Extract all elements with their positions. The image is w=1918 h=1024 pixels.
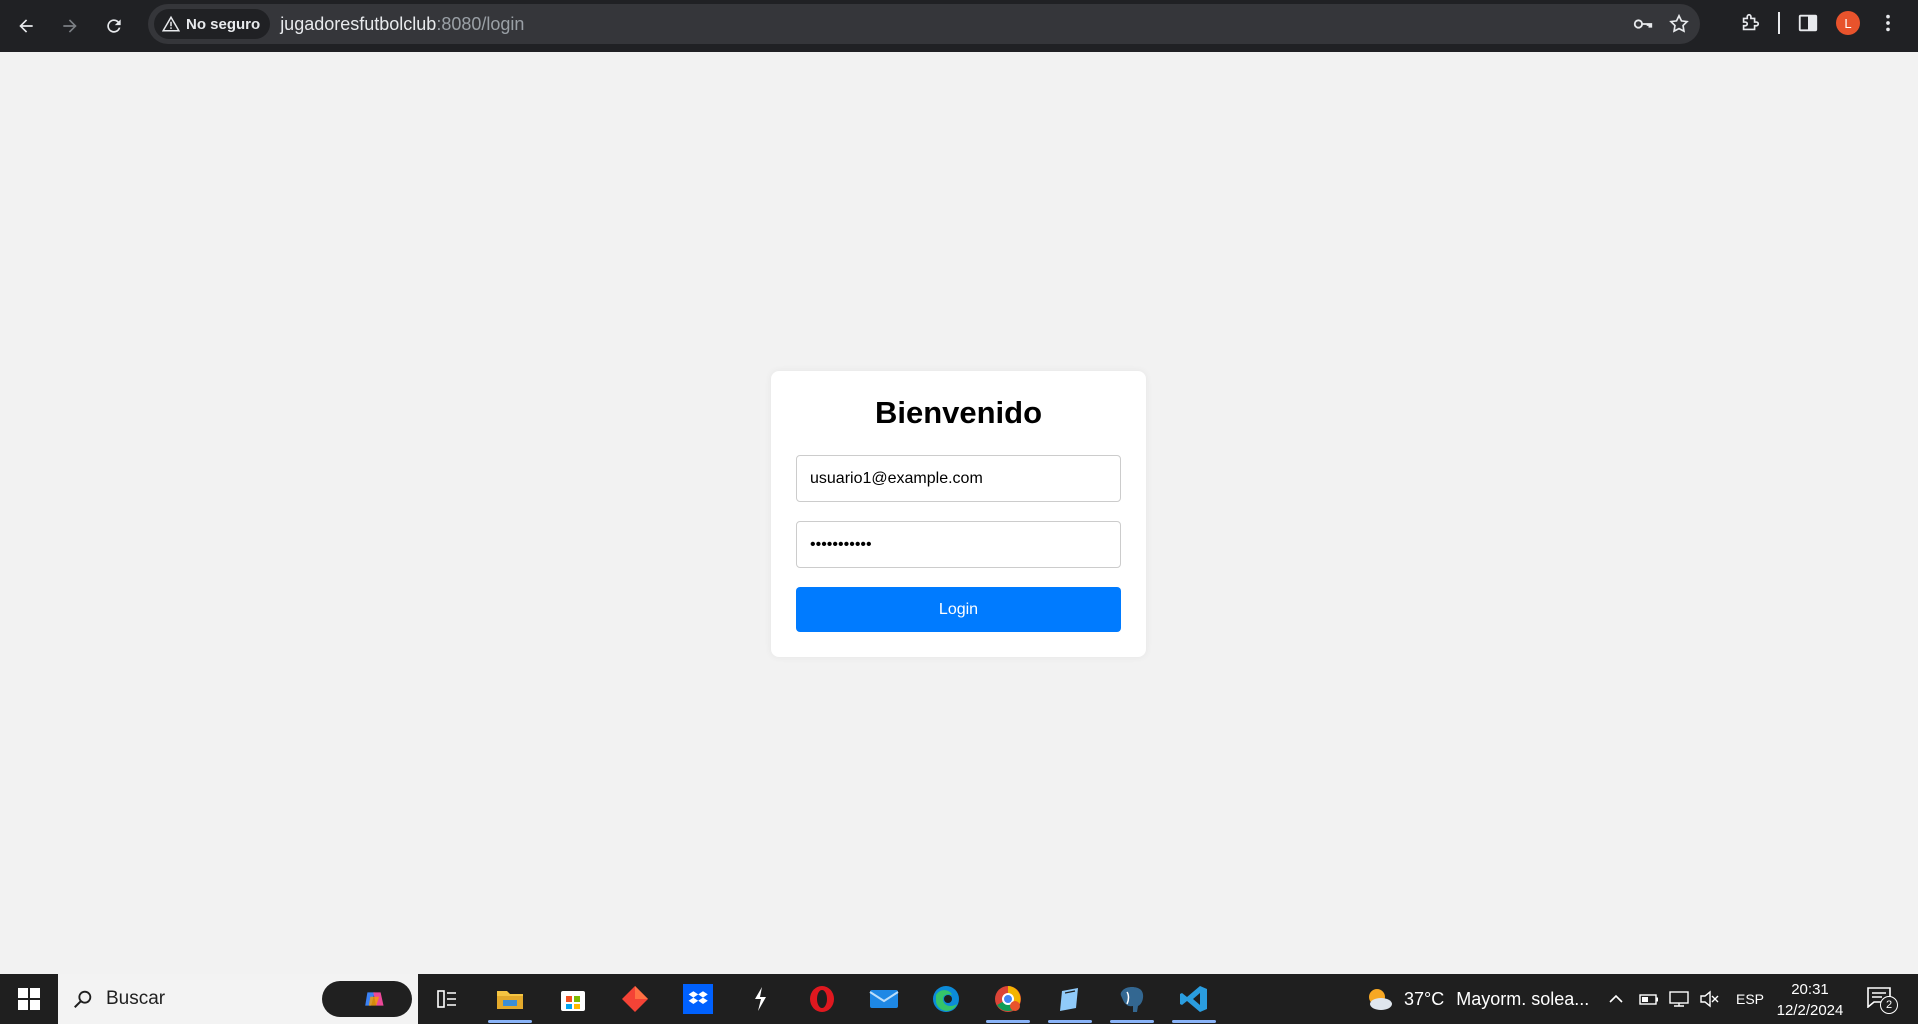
- language-indicator[interactable]: ESP: [1736, 991, 1764, 1007]
- active-indicator: [488, 1020, 532, 1023]
- bolt-app-icon: [755, 987, 766, 1011]
- browser-toolbar: No seguro jugadoresfutbolclub:8080/login…: [0, 0, 1918, 52]
- password-field[interactable]: [796, 521, 1121, 568]
- search-icon: [74, 990, 92, 1008]
- menu-button[interactable]: [1868, 3, 1908, 43]
- clock-time: 20:31: [1791, 981, 1829, 998]
- active-indicator: [1048, 1020, 1092, 1023]
- taskbar-dropbox[interactable]: [670, 974, 726, 1024]
- chevron-up-icon[interactable]: [1606, 989, 1626, 1009]
- arrow-right-icon: [63, 19, 77, 33]
- taskbar-app-red-diamond[interactable]: [607, 974, 663, 1024]
- more-vert-icon: [1886, 14, 1890, 32]
- notification-button[interactable]: 2: [1866, 986, 1898, 1014]
- weather-sun-cloud-icon: [1369, 989, 1392, 1010]
- security-label: No seguro: [186, 15, 261, 33]
- copilot-icon: [365, 992, 384, 1006]
- taskbar-search[interactable]: Buscar: [58, 974, 418, 1024]
- active-indicator: [986, 1020, 1030, 1023]
- taskbar-vscode[interactable]: [1166, 974, 1222, 1024]
- arrow-left-icon: [19, 19, 33, 33]
- security-chip[interactable]: No seguro: [154, 9, 271, 39]
- volume-muted-icon[interactable]: [1698, 989, 1720, 1009]
- reload-button[interactable]: [94, 6, 134, 46]
- weather-widget[interactable]: 37°C Mayorm. solea...: [1364, 974, 1589, 1024]
- taskbar-chrome[interactable]: [980, 974, 1036, 1024]
- bookmark-star-icon[interactable]: [1668, 13, 1690, 35]
- windows-logo-icon: [17, 988, 40, 1010]
- taskbar-postgres[interactable]: [1104, 974, 1160, 1024]
- taskbar-store[interactable]: [545, 974, 601, 1024]
- email-field[interactable]: [796, 455, 1121, 502]
- password-key-icon[interactable]: [1632, 13, 1654, 35]
- url-path: :8080/login: [436, 13, 525, 34]
- network-icon[interactable]: [1668, 989, 1690, 1009]
- url-host: jugadoresfutbolclub: [280, 13, 437, 34]
- system-tray: ESP: [1606, 974, 1764, 1024]
- elephant-icon: [1120, 987, 1144, 1012]
- folder-icon: [497, 991, 523, 1009]
- taskbar-edge[interactable]: [918, 974, 974, 1024]
- weather-temp: 37°C: [1404, 988, 1445, 1009]
- edge-icon: [933, 986, 959, 1012]
- clock-date: 12/2/2024: [1776, 1002, 1844, 1019]
- puzzle-icon: [1742, 13, 1760, 31]
- taskbar-opera[interactable]: [794, 974, 850, 1024]
- taskbar-app-notebook[interactable]: [1042, 974, 1098, 1024]
- warning-icon: [162, 15, 180, 32]
- start-button[interactable]: [0, 974, 57, 1024]
- profile-button[interactable]: L: [1828, 3, 1868, 43]
- battery-icon[interactable]: [1638, 989, 1660, 1009]
- reload-icon: [107, 19, 121, 33]
- side-panel-icon: [1798, 14, 1818, 32]
- forward-button[interactable]: [50, 6, 90, 46]
- taskbar-mail[interactable]: [856, 974, 912, 1024]
- address-bar[interactable]: No seguro jugadoresfutbolclub:8080/login: [148, 4, 1700, 44]
- notification-badge: 2: [1880, 996, 1898, 1014]
- vscode-icon: [1180, 986, 1207, 1012]
- task-view-button[interactable]: [420, 974, 476, 1024]
- side-panel-button[interactable]: [1788, 3, 1828, 43]
- search-placeholder: Buscar: [106, 988, 166, 1009]
- active-indicator: [1172, 1020, 1216, 1023]
- taskbar-file-explorer[interactable]: [482, 974, 538, 1024]
- task-view-icon: [437, 990, 456, 1008]
- opera-icon: [810, 986, 834, 1012]
- active-indicator: [1110, 1020, 1154, 1023]
- extensions-button[interactable]: [1730, 3, 1770, 43]
- login-button[interactable]: Login: [796, 587, 1121, 632]
- store-icon: [561, 991, 585, 1011]
- copilot-button[interactable]: [322, 981, 412, 1017]
- diamond-app-icon: [622, 986, 648, 1012]
- chrome-icon: [995, 986, 1021, 1012]
- back-button[interactable]: [6, 6, 46, 46]
- clock[interactable]: 20:31 12/2/2024: [1770, 979, 1850, 1021]
- avatar: L: [1836, 11, 1860, 35]
- mail-icon: [869, 990, 899, 1008]
- url-text: jugadoresfutbolclub:8080/login: [280, 14, 524, 35]
- login-card: Bienvenido Login: [771, 371, 1146, 657]
- taskbar-app-s[interactable]: [732, 974, 788, 1024]
- toolbar-divider: [1778, 12, 1780, 34]
- weather-desc: Mayorm. solea...: [1456, 988, 1590, 1009]
- taskbar: Buscar 37°C Mayorm. solea... ESP 20:31 1…: [0, 974, 1918, 1024]
- notebook-icon: [1060, 988, 1078, 1011]
- page-title: Bienvenido: [874, 395, 1043, 430]
- dropbox-icon: [683, 984, 713, 1014]
